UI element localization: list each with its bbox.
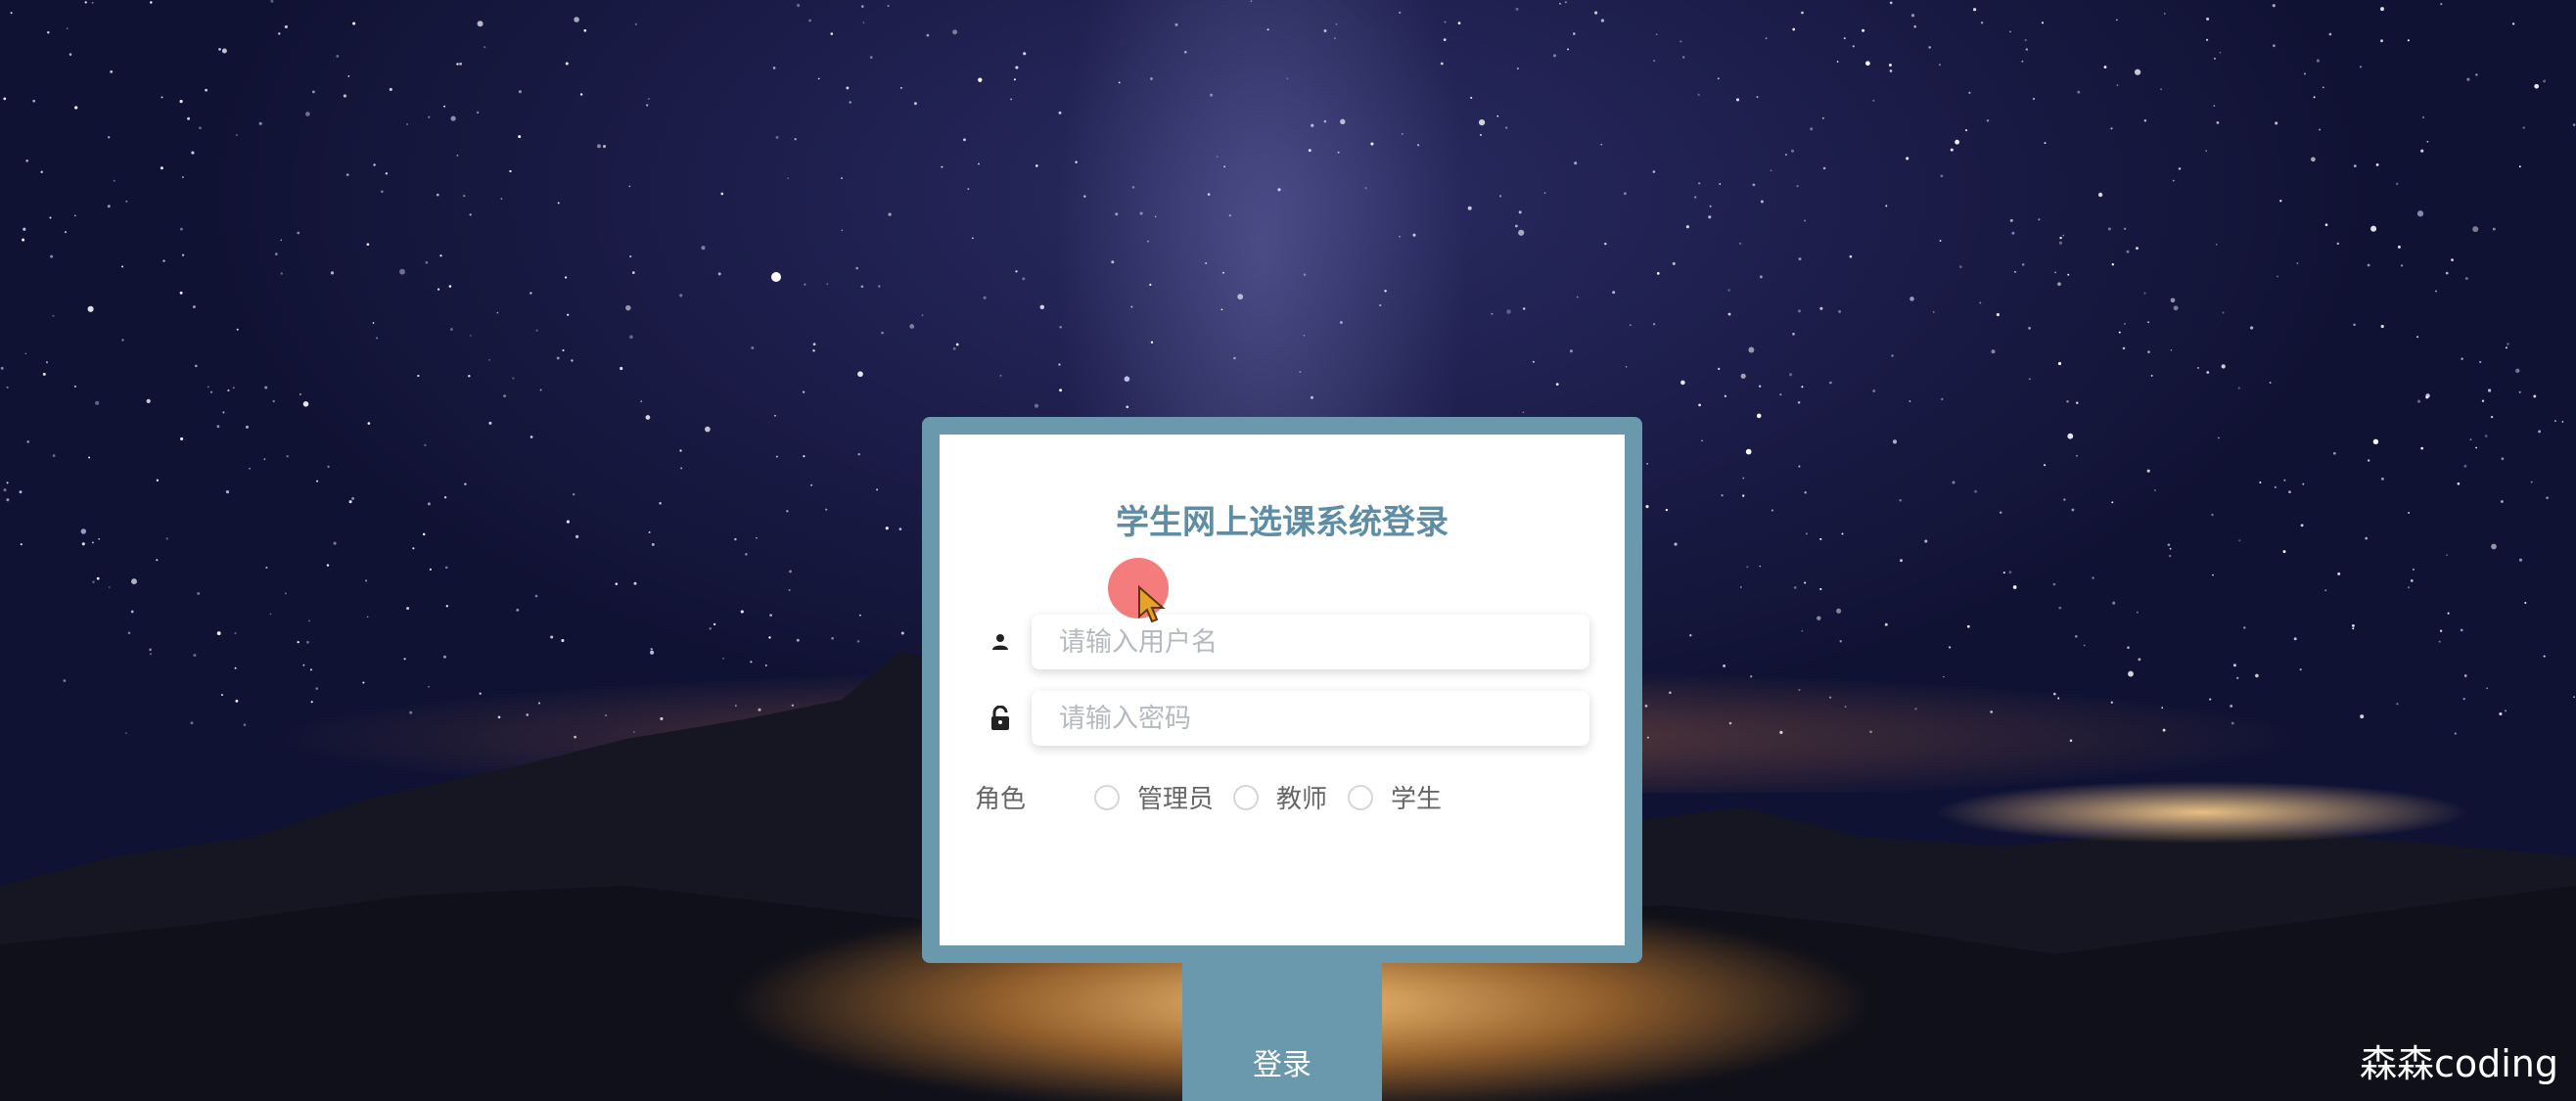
- radio-teacher[interactable]: [1233, 784, 1259, 810]
- radio-admin[interactable]: [1094, 784, 1120, 810]
- user-icon: [987, 628, 1014, 656]
- role-option-label: 教师: [1276, 785, 1328, 814]
- login-panel-frame: 学生网上选课系统登录 角色: [922, 417, 1642, 963]
- role-selector: 角色 管理员 教师 学生: [975, 775, 1601, 814]
- login-button[interactable]: 登录: [1182, 963, 1382, 1101]
- login-title: 学生网上选课系统登录: [1116, 503, 1449, 542]
- role-option-student[interactable]: 学生: [1348, 779, 1442, 815]
- mouse-cursor-icon: [1138, 585, 1166, 623]
- radio-student[interactable]: [1348, 784, 1373, 810]
- role-option-label: 管理员: [1137, 785, 1215, 814]
- role-option-label: 学生: [1391, 785, 1443, 814]
- role-option-admin[interactable]: 管理员: [1094, 779, 1214, 815]
- role-label: 角色: [975, 785, 1027, 814]
- lock-icon: [987, 705, 1014, 732]
- username-row: [987, 615, 1593, 669]
- login-panel: 学生网上选课系统登录 角色: [940, 435, 1625, 945]
- username-input[interactable]: [1032, 615, 1589, 669]
- password-row: [987, 691, 1593, 746]
- role-option-teacher[interactable]: 教师: [1233, 779, 1327, 815]
- password-input[interactable]: [1032, 691, 1589, 746]
- watermark: 森森coding: [2359, 1042, 2558, 1085]
